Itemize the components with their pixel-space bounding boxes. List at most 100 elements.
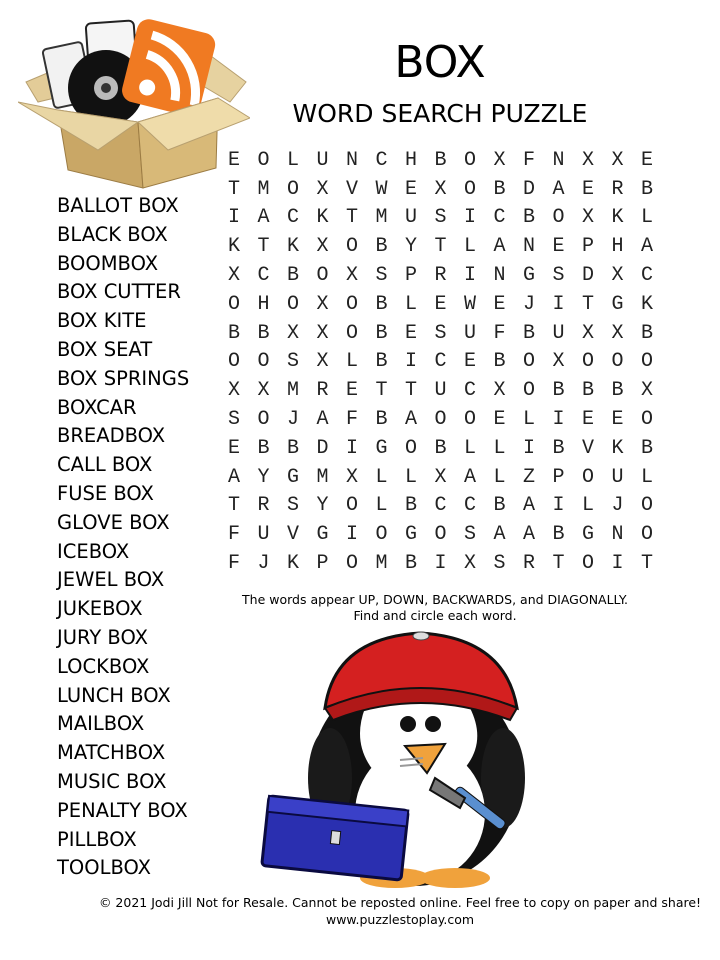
grid-cell[interactable]: L [523,408,553,431]
grid-cell[interactable]: T [405,379,435,402]
grid-cell[interactable]: L [287,149,317,172]
grid-cell[interactable]: P [582,235,612,258]
grid-cell[interactable]: B [405,552,435,575]
grid-cell[interactable]: O [464,149,494,172]
grid-cell[interactable]: O [346,293,376,316]
grid-cell[interactable]: O [641,494,671,517]
grid-cell[interactable]: O [258,350,288,373]
grid-cell[interactable]: V [582,437,612,460]
website-link[interactable]: www.puzzlestoplay.com [80,911,720,928]
grid-cell[interactable]: U [258,523,288,546]
grid-cell[interactable]: F [346,408,376,431]
grid-cell[interactable]: L [641,206,671,229]
grid-cell[interactable]: I [464,264,494,287]
grid-cell[interactable]: X [494,379,524,402]
grid-cell[interactable]: X [317,178,347,201]
grid-cell[interactable]: B [376,350,406,373]
grid-cell[interactable]: O [435,523,465,546]
grid-cell[interactable]: K [287,235,317,258]
grid-cell[interactable]: B [376,408,406,431]
grid-cell[interactable]: O [228,350,258,373]
grid-cell[interactable]: O [612,350,642,373]
grid-cell[interactable]: O [523,379,553,402]
grid-cell[interactable]: E [641,149,671,172]
grid-cell[interactable]: B [582,379,612,402]
grid-cell[interactable]: R [612,178,642,201]
grid-cell[interactable]: T [582,293,612,316]
grid-cell[interactable]: O [553,206,583,229]
grid-cell[interactable]: B [641,178,671,201]
grid-cell[interactable]: E [582,178,612,201]
grid-cell[interactable]: E [405,178,435,201]
grid-cell[interactable]: B [376,235,406,258]
grid-cell[interactable]: B [612,379,642,402]
grid-cell[interactable]: X [494,149,524,172]
grid-cell[interactable]: O [523,350,553,373]
grid-cell[interactable]: C [287,206,317,229]
grid-cell[interactable]: I [228,206,258,229]
grid-cell[interactable]: L [494,437,524,460]
grid-cell[interactable]: E [612,408,642,431]
grid-cell[interactable]: X [228,264,258,287]
grid-cell[interactable]: L [405,466,435,489]
grid-cell[interactable]: A [405,408,435,431]
grid-cell[interactable]: L [376,494,406,517]
grid-cell[interactable]: B [641,437,671,460]
grid-cell[interactable]: A [641,235,671,258]
grid-cell[interactable]: A [523,494,553,517]
grid-cell[interactable]: C [641,264,671,287]
grid-cell[interactable]: O [464,408,494,431]
grid-cell[interactable]: V [287,523,317,546]
grid-cell[interactable]: B [435,437,465,460]
grid-cell[interactable]: R [435,264,465,287]
grid-cell[interactable]: U [435,379,465,402]
grid-cell[interactable]: O [346,322,376,345]
grid-cell[interactable]: B [258,322,288,345]
grid-cell[interactable]: B [553,523,583,546]
grid-cell[interactable]: A [228,466,258,489]
grid-cell[interactable]: B [494,494,524,517]
grid-cell[interactable]: X [464,552,494,575]
grid-cell[interactable]: H [612,235,642,258]
grid-cell[interactable]: C [258,264,288,287]
grid-cell[interactable]: O [258,149,288,172]
grid-cell[interactable]: R [317,379,347,402]
grid-cell[interactable]: B [287,437,317,460]
grid-cell[interactable]: O [346,494,376,517]
grid-cell[interactable]: O [582,552,612,575]
grid-cell[interactable]: I [553,494,583,517]
grid-cell[interactable]: O [258,408,288,431]
grid-cell[interactable]: L [641,466,671,489]
grid-cell[interactable]: B [287,264,317,287]
grid-cell[interactable]: I [435,552,465,575]
grid-cell[interactable]: X [553,350,583,373]
grid-cell[interactable]: O [435,408,465,431]
grid-cell[interactable]: R [523,552,553,575]
grid-cell[interactable]: S [287,494,317,517]
grid-cell[interactable]: I [523,437,553,460]
grid-cell[interactable]: T [228,178,258,201]
grid-cell[interactable]: O [405,437,435,460]
grid-cell[interactable]: T [435,235,465,258]
grid-cell[interactable]: A [553,178,583,201]
grid-cell[interactable]: F [523,149,553,172]
grid-cell[interactable]: D [317,437,347,460]
grid-cell[interactable]: M [287,379,317,402]
grid-cell[interactable]: W [464,293,494,316]
grid-cell[interactable]: S [435,322,465,345]
grid-cell[interactable]: B [228,322,258,345]
grid-cell[interactable]: G [582,523,612,546]
grid-cell[interactable]: L [464,235,494,258]
grid-cell[interactable]: G [317,523,347,546]
grid-cell[interactable]: O [582,466,612,489]
grid-cell[interactable]: X [612,322,642,345]
grid-cell[interactable]: O [317,264,347,287]
grid-cell[interactable]: T [641,552,671,575]
grid-cell[interactable]: O [464,178,494,201]
grid-cell[interactable]: L [376,466,406,489]
grid-cell[interactable]: J [523,293,553,316]
grid-cell[interactable]: O [641,350,671,373]
grid-cell[interactable]: C [376,149,406,172]
grid-cell[interactable]: G [612,293,642,316]
grid-cell[interactable]: T [376,379,406,402]
